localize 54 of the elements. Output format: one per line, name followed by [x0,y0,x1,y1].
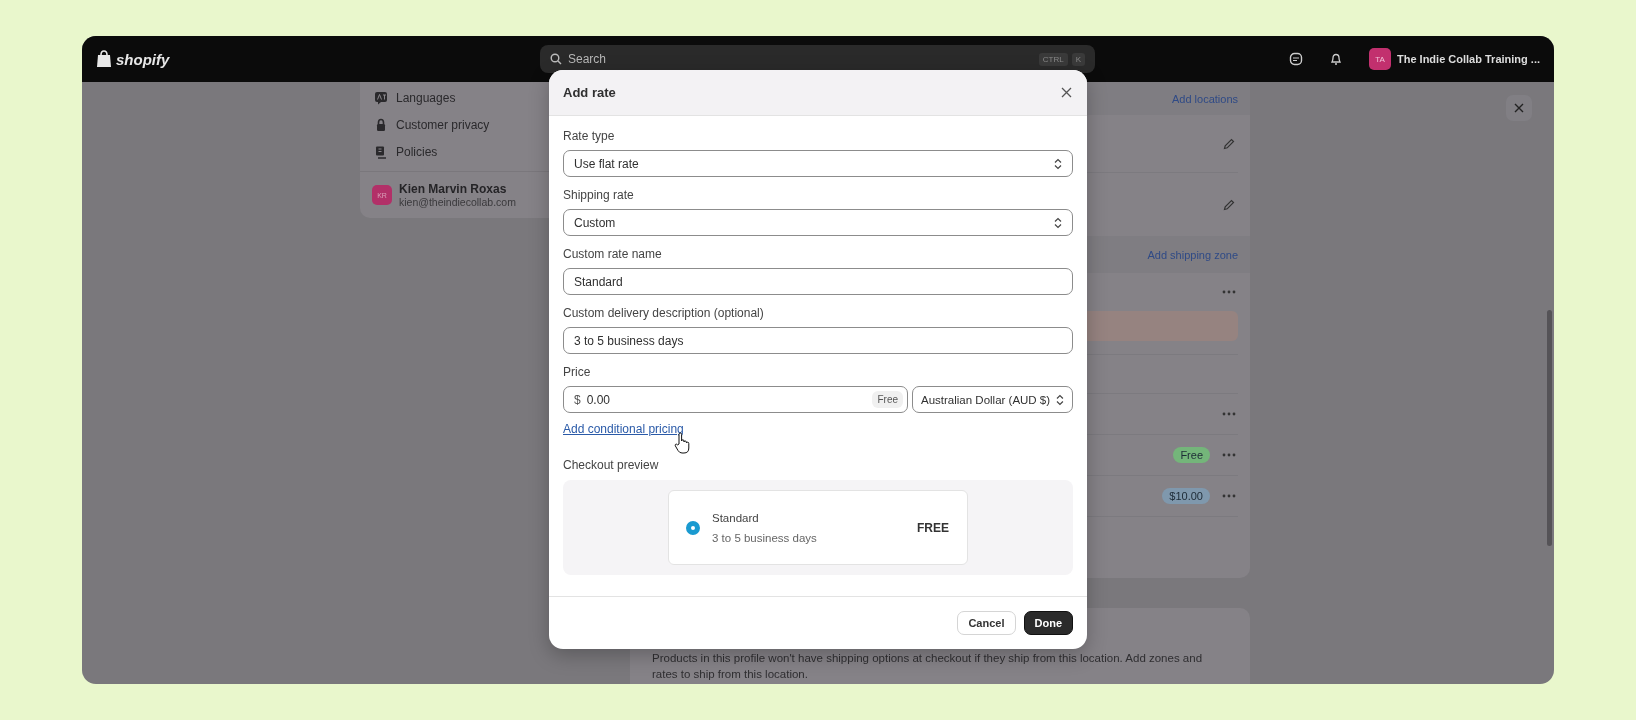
chevron-updown-icon [1054,157,1062,170]
option-price: FREE [917,520,949,535]
store-name: The Indie Collab Training ... [1397,53,1540,65]
user-name: Kien Marvin Roxas [399,182,508,196]
close-button[interactable] [1506,95,1532,121]
add-conditional-pricing-link[interactable]: Add conditional pricing [563,422,684,436]
section-label: Checkout preview [563,458,660,472]
bell-icon[interactable] [1329,52,1343,66]
lock-icon [374,117,388,132]
chevron-updown-icon [1054,216,1062,229]
receipt-icon [374,144,388,159]
pencil-icon[interactable] [1222,197,1236,212]
option-description: 3 to 5 business days [712,531,818,544]
field-label: Rate type [563,129,616,143]
chevron-updown-icon [1056,393,1064,406]
shopify-logo[interactable]: shopify [116,50,170,68]
shopping-bag-icon [96,50,112,68]
currency-prefix: $ [574,392,581,407]
field-label: Custom rate name [563,247,663,261]
field-label: Price [563,365,592,379]
field-label: Shipping rate [563,188,635,202]
select-field[interactable]: Custom [563,209,1073,236]
more-icon[interactable] [1222,412,1236,416]
rate-badge: $10.00 [1162,488,1210,504]
pencil-icon[interactable] [1222,136,1236,151]
done-button[interactable]: Done [1023,611,1073,635]
user-email: kien@theindiecollab.com [399,196,516,208]
chat-icon[interactable] [1289,52,1303,66]
field-label: Custom delivery description (optional) [563,306,765,320]
scrollbar[interactable] [1547,310,1552,546]
price-field[interactable]: $ 0.00 Free [563,386,908,413]
store-menu[interactable]: TA The Indie Collab Training ... [1369,48,1540,70]
store-avatar: TA [1369,48,1391,70]
translate-icon [374,90,388,105]
more-icon[interactable] [1222,453,1236,457]
search-placeholder: Search [568,52,608,66]
shortcut-key: CTRL [1038,52,1068,66]
dialog-title: Add rate [563,85,616,100]
radio-button[interactable] [686,520,700,535]
text-field[interactable]: 3 to 5 business days [563,327,1073,354]
more-icon[interactable] [1222,290,1236,294]
free-tag: Free [872,391,903,408]
search-icon [550,53,562,65]
option-name: Standard [712,511,760,524]
text-field[interactable]: Standard [563,268,1073,295]
currency-select[interactable]: Australian Dollar (AUD $) [912,386,1073,413]
rate-badge: Free [1173,447,1210,463]
select-field[interactable]: Use flat rate [563,150,1073,177]
close-icon [1514,103,1524,113]
more-icon[interactable] [1222,494,1236,498]
close-icon[interactable] [1061,87,1072,98]
price-value: 0.00 [586,392,612,407]
cancel-button[interactable]: Cancel [957,611,1016,635]
notice-text: Products in this profile won't have shipping options at checkout if they ship from this location. Add zones and rates to ship from this location. [652,651,1204,682]
